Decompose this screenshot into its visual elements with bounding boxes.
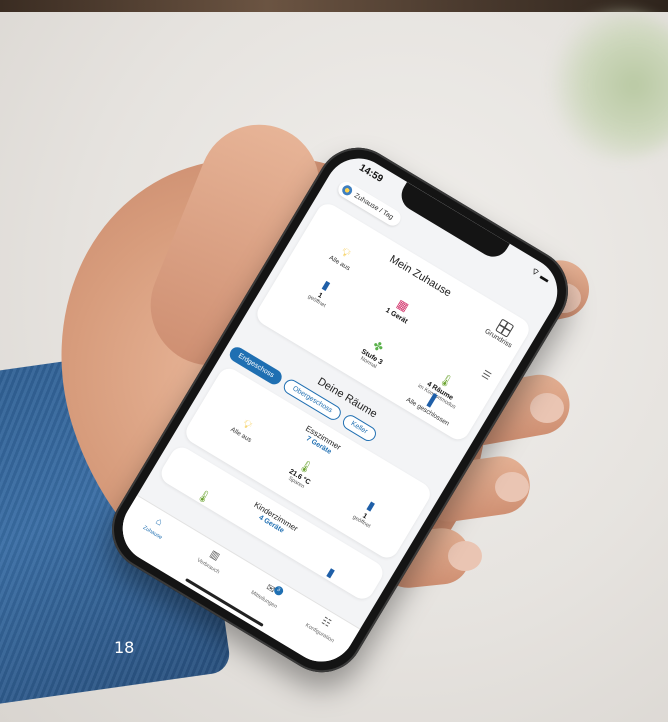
wifi-battery-icon: ⌔ ▬ <box>529 265 552 285</box>
fingernail <box>530 393 564 423</box>
room-temperature: 🌡︎ 21.6 °C Sparen <box>269 446 335 501</box>
tab-konfiguration[interactable]: ☷ Konfiguration <box>284 605 351 670</box>
filter-icon[interactable]: ☰ <box>479 369 492 383</box>
background-plant <box>538 10 668 160</box>
page-number: 18 <box>114 638 135 657</box>
room-windows: ▮ 1 geöffnet <box>334 485 400 540</box>
windows-status[interactable]: ▮ 1 geöffnet <box>289 265 355 320</box>
ventilation-status[interactable]: ✤ Stufe 3 Normal <box>341 326 407 381</box>
fingernail <box>448 541 482 571</box>
tab-verbrauch[interactable]: ▥ Verbrauch <box>172 538 239 603</box>
home-avatar-icon <box>340 183 355 198</box>
fingernail <box>495 472 529 502</box>
tab-mitteilungen[interactable]: ✉ 3 Mitteilungen <box>228 572 295 637</box>
tab-zuhause[interactable]: ⌂ Zuhause <box>117 505 184 570</box>
status-time: 14:59 <box>357 162 385 185</box>
background-top-band <box>0 0 668 12</box>
calendar-status[interactable]: ▦ 1 Gerät <box>369 285 432 335</box>
